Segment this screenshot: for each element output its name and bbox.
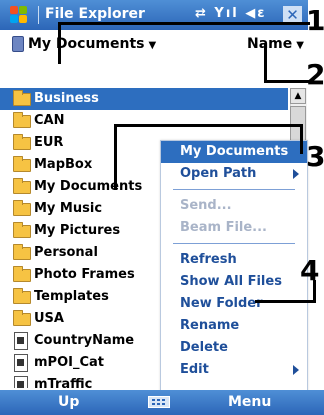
chevron-right-icon (293, 169, 299, 179)
chevron-right-icon (293, 365, 299, 375)
callout-line (313, 280, 316, 303)
folder-icon (13, 134, 31, 150)
scroll-up-icon[interactable]: ▲ (290, 88, 306, 104)
menu-item-delete[interactable]: Delete (161, 337, 307, 359)
callout-line (114, 124, 117, 190)
callout-1: 1 (306, 4, 324, 37)
file-name: EUR (34, 135, 64, 150)
menu-item-label: Show All Files (180, 274, 282, 289)
menu-item-label: Send... (180, 198, 232, 213)
title-bar: File Explorer ⇄ Yıl ◀ε ✕ (0, 0, 308, 30)
file-icon (14, 332, 28, 350)
folder-icon (13, 288, 31, 304)
up-softkey[interactable]: Up (58, 394, 79, 410)
menu-item-label: Open Path (180, 166, 257, 181)
menu-item-label: Beam File... (180, 220, 267, 235)
file-name: mTraffic (34, 377, 93, 388)
file-name: Templates (34, 289, 109, 304)
chevron-down-icon: ▼ (296, 40, 304, 51)
list-item[interactable]: CAN (0, 110, 288, 132)
callout-2: 2 (306, 58, 324, 91)
device-icon (12, 36, 24, 52)
menu-item-beam-file: Beam File... (161, 217, 307, 239)
folder-icon (13, 266, 31, 282)
softkey-bar: Up Menu (0, 390, 324, 415)
file-name: Business (34, 91, 99, 106)
file-name: mPOI_Cat (34, 355, 104, 370)
folder-dropdown-label: My Documents (28, 36, 145, 52)
file-name: My Pictures (34, 223, 121, 238)
sort-dropdown-label: Name (247, 36, 293, 52)
menu-item-my-documents[interactable]: My Documents (161, 141, 307, 163)
folder-icon (13, 178, 31, 194)
file-name: My Documents (34, 179, 143, 194)
sort-dropdown[interactable]: Name ▼ (247, 36, 304, 52)
menu-item-label: Delete (180, 340, 228, 355)
menu-item-open-path[interactable]: Open Path (161, 163, 307, 185)
folder-icon (13, 310, 31, 326)
callout-4: 4 (300, 254, 320, 287)
file-icon (14, 376, 28, 388)
callout-line (300, 124, 303, 154)
file-name: Personal (34, 245, 98, 260)
callout-3: 3 (306, 140, 324, 173)
menu-item-new-folder[interactable]: New Folder (161, 293, 307, 315)
chevron-down-icon: ▼ (148, 40, 157, 51)
menu-item-edit[interactable]: Edit (161, 359, 307, 381)
callout-line (264, 44, 267, 83)
app-title: File Explorer (45, 6, 145, 22)
menu-softkey[interactable]: Menu (228, 394, 271, 410)
menu-item-rename[interactable]: Rename (161, 315, 307, 337)
windows-flag-icon[interactable] (10, 6, 28, 24)
folder-icon (13, 90, 31, 106)
folder-icon (13, 156, 31, 172)
file-name: My Music (34, 201, 103, 216)
file-name: CAN (34, 113, 65, 128)
menu-item-refresh[interactable]: Refresh (161, 249, 307, 271)
list-item[interactable]: Business (0, 88, 288, 110)
menu-item-label: Edit (180, 362, 209, 377)
folder-dropdown[interactable]: My Documents ▼ (28, 36, 156, 52)
file-icon (14, 354, 28, 372)
title-divider (38, 6, 39, 24)
menu-item-label: My Documents (180, 144, 289, 159)
menu-item-show-all-files[interactable]: Show All Files (161, 271, 307, 293)
file-name: CountryName (34, 333, 135, 348)
menu-item-label: Rename (180, 318, 240, 333)
folder-icon (13, 222, 31, 238)
keyboard-icon[interactable] (148, 396, 170, 408)
folder-icon (13, 200, 31, 216)
menu-divider (173, 189, 295, 190)
menu-item-send: Send... (161, 195, 307, 217)
context-menu: My Documents Open Path Send... Beam File… (160, 140, 308, 392)
status-icons[interactable]: ⇄ Yıl ◀ε (195, 6, 267, 21)
folder-icon (13, 244, 31, 260)
callout-line (264, 80, 309, 83)
file-name: USA (34, 311, 64, 326)
file-name: MapBox (34, 157, 93, 172)
menu-item-label: New Folder (180, 296, 263, 311)
menu-divider (173, 243, 295, 244)
callout-line (58, 22, 61, 64)
callout-line (114, 124, 302, 127)
folder-icon (13, 112, 31, 128)
callout-line (255, 300, 315, 303)
callout-line (58, 22, 310, 25)
menu-item-label: Refresh (180, 252, 237, 267)
file-name: Photo Frames (34, 267, 135, 282)
